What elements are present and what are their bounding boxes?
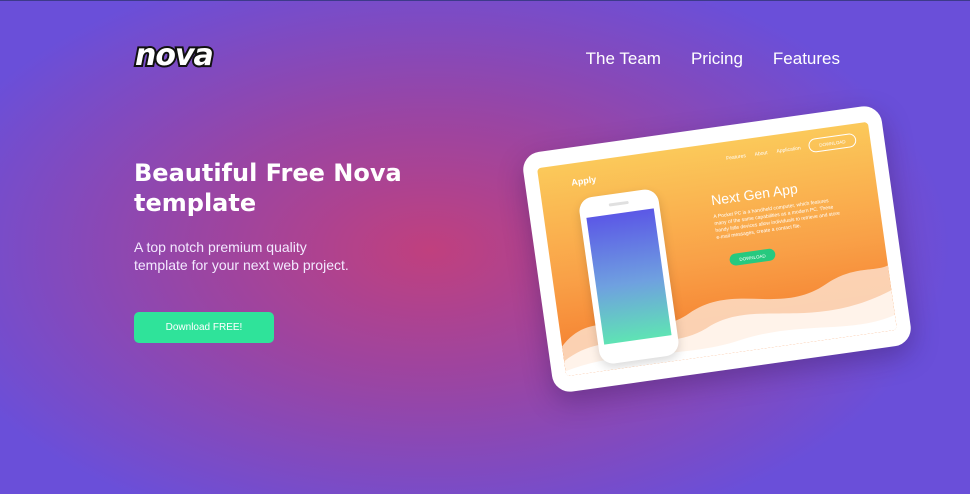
nav-link-the-team[interactable]: The Team [586,49,661,69]
tablet-mockup-image: Apply Features About Application DOWNLOA… [520,103,914,395]
nav-link-pricing[interactable]: Pricing [691,49,743,69]
top-border [0,0,970,1]
main-nav: The Team Pricing Features [586,49,840,69]
mockup-nav-application: Application [776,145,802,155]
mockup-nav-features: Features [725,153,747,162]
tablet-screen: Apply Features About Application DOWNLOA… [537,121,897,377]
phone-screen [586,208,672,345]
nav-link-features[interactable]: Features [773,49,840,69]
logo[interactable]: nova [133,36,216,75]
mockup-nav: Features About Application [726,145,801,161]
hero-title: Beautiful Free Nova template [134,159,402,217]
phone-speaker [608,200,629,207]
mockup-download-top-button: DOWNLOAD [807,132,858,154]
hero-subtitle: A top notch premium quality template for… [134,239,349,273]
mockup-nav-about: About [754,150,769,158]
mockup-apply-logo: Apply [570,174,597,188]
download-free-button[interactable]: Download FREE! [134,312,274,343]
